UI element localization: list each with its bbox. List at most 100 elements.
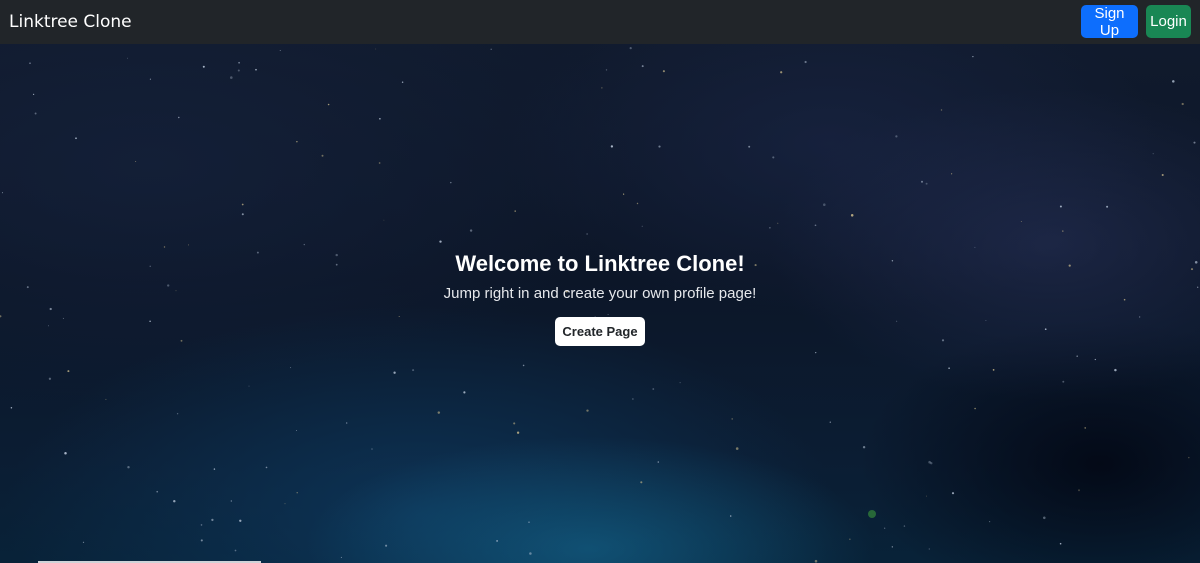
star — [296, 492, 298, 494]
star — [1114, 368, 1117, 372]
star — [641, 225, 643, 227]
brand-link[interactable]: Linktree Clone — [9, 11, 132, 33]
star — [1193, 141, 1196, 144]
star — [1078, 489, 1080, 492]
star — [607, 314, 609, 315]
star — [393, 371, 396, 374]
star — [412, 369, 415, 372]
navbar: Linktree Clone Sign Up Login — [0, 0, 1200, 44]
star — [10, 407, 13, 409]
green-glow — [868, 510, 876, 518]
star — [1181, 102, 1184, 106]
star — [340, 556, 342, 558]
star — [490, 48, 492, 51]
star — [641, 65, 644, 68]
star — [1059, 542, 1062, 545]
star — [972, 55, 974, 58]
star — [862, 446, 866, 449]
star — [303, 243, 305, 246]
star — [82, 541, 85, 543]
star — [180, 339, 183, 342]
star — [188, 244, 190, 246]
star — [814, 559, 818, 563]
star — [248, 385, 250, 387]
star — [522, 364, 525, 367]
star — [163, 246, 166, 248]
star — [514, 210, 516, 212]
star — [321, 154, 324, 157]
star — [255, 68, 257, 71]
star — [230, 76, 233, 79]
star — [951, 492, 955, 495]
star — [1059, 205, 1062, 208]
star — [178, 116, 180, 119]
star — [850, 214, 854, 217]
star — [284, 503, 286, 505]
star — [884, 527, 886, 529]
star — [992, 369, 995, 371]
star — [516, 431, 520, 434]
star — [202, 65, 205, 68]
login-button[interactable]: Login — [1146, 5, 1191, 38]
star — [748, 145, 751, 148]
star — [213, 468, 216, 470]
star — [601, 87, 603, 89]
star — [105, 398, 107, 400]
star — [804, 60, 807, 64]
star — [735, 447, 739, 450]
star — [1076, 355, 1078, 358]
star — [200, 524, 203, 526]
star — [1161, 173, 1164, 177]
star — [383, 219, 385, 221]
star — [239, 519, 242, 522]
star — [1152, 153, 1154, 155]
star — [49, 307, 52, 311]
nav-actions: Sign Up Login — [1081, 5, 1191, 39]
star — [173, 499, 176, 503]
star — [729, 515, 732, 517]
star — [941, 339, 945, 342]
star — [67, 370, 70, 373]
star — [513, 422, 516, 425]
star — [32, 93, 35, 96]
star — [149, 78, 151, 80]
star — [1, 192, 4, 194]
star — [450, 181, 452, 184]
star — [135, 161, 137, 163]
star — [296, 141, 298, 143]
star — [346, 422, 348, 424]
star — [127, 57, 128, 59]
star — [265, 466, 268, 469]
star — [200, 539, 203, 542]
star — [623, 193, 625, 195]
star — [974, 407, 976, 410]
star — [640, 481, 643, 484]
star — [1043, 516, 1046, 520]
star — [629, 46, 632, 50]
star — [529, 552, 532, 555]
star — [1062, 380, 1065, 383]
star — [829, 421, 831, 423]
star — [62, 317, 64, 319]
star — [1106, 205, 1109, 208]
star — [974, 246, 976, 248]
hero-title: Welcome to Linktree Clone! — [455, 251, 745, 276]
star — [463, 391, 466, 394]
star — [652, 388, 655, 390]
star — [176, 413, 179, 415]
star — [528, 521, 530, 524]
star — [385, 544, 388, 547]
star — [985, 319, 987, 322]
star — [772, 156, 775, 159]
star — [930, 462, 933, 465]
star — [241, 203, 244, 206]
star — [149, 320, 151, 323]
star — [925, 182, 928, 185]
create-page-button[interactable]: Create Page — [555, 317, 645, 346]
star — [379, 118, 381, 120]
star — [823, 203, 826, 206]
star — [1020, 220, 1022, 223]
star — [903, 525, 906, 527]
star — [928, 548, 930, 550]
signup-button[interactable]: Sign Up — [1081, 5, 1138, 39]
